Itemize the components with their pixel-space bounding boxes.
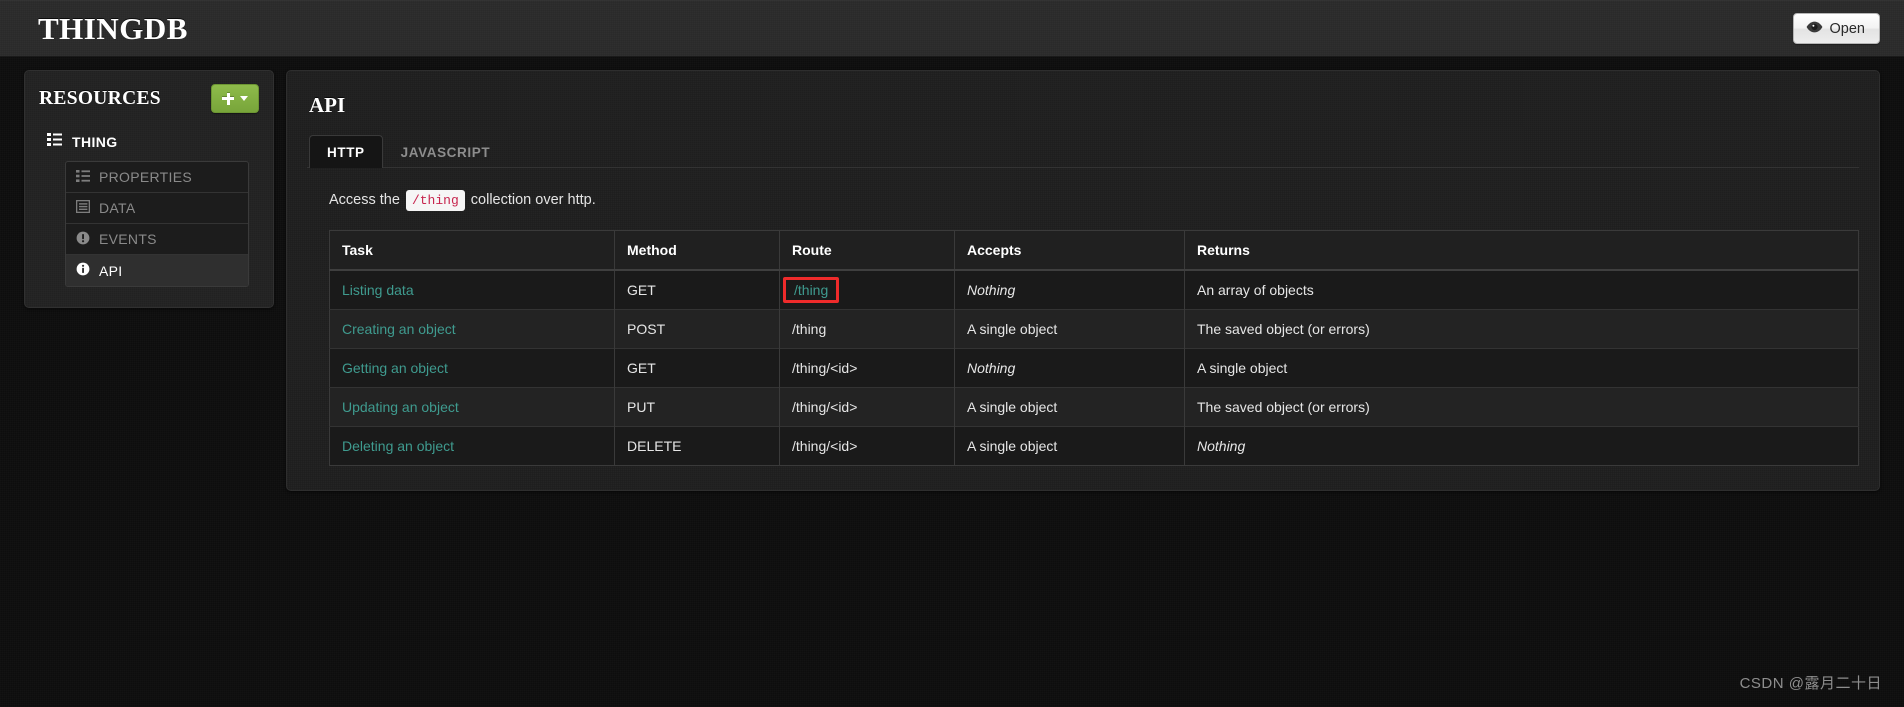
tab-bar: HTTP JAVASCRIPT: [307, 134, 1859, 168]
cell-returns: The saved object (or errors): [1184, 387, 1859, 427]
cell-method: GET: [614, 269, 780, 310]
cell-method: PUT: [614, 387, 780, 427]
sidebar-item-thing[interactable]: THING: [25, 127, 273, 159]
sidebar-sub-list: PROPERTIES DATA EVENTS API: [65, 161, 249, 287]
sidebar-item-api[interactable]: API: [66, 255, 248, 286]
cell-returns: An array of objects: [1184, 269, 1859, 310]
cell-route: /thing/<id>: [779, 426, 955, 466]
page-title: API: [309, 93, 346, 117]
header-accepts: Accepts: [954, 230, 1185, 271]
watermark: CSDN @露月二十日: [1739, 675, 1882, 692]
cell-method: DELETE: [614, 426, 780, 466]
sidebar-item-events[interactable]: EVENTS: [66, 224, 248, 255]
cell-route: /thing/<id>: [779, 387, 955, 427]
list-icon: [47, 133, 62, 151]
intro-after: collection over http.: [470, 192, 596, 208]
cell-task: Getting an object: [329, 348, 615, 388]
cell-accepts: A single object: [954, 387, 1185, 427]
table-row: Listing data GET /thing Nothing An array…: [329, 269, 1859, 310]
main-panel: API HTTP JAVASCRIPT Access the /thing co…: [286, 70, 1880, 491]
route-highlight-annotation: /thing: [783, 277, 840, 303]
tab-http[interactable]: HTTP: [309, 135, 383, 168]
chevron-down-icon: [240, 96, 248, 101]
task-link[interactable]: Creating an object: [342, 321, 456, 337]
alert-icon: [76, 231, 90, 248]
sidebar-item-events-label: EVENTS: [99, 231, 157, 247]
table-row: Creating an object POST /thing A single …: [329, 309, 1859, 349]
cell-method: GET: [614, 348, 780, 388]
cell-accepts: Nothing: [954, 269, 1185, 310]
cell-returns: A single object: [1184, 348, 1859, 388]
table-row: Updating an object PUT /thing/<id> A sin…: [329, 387, 1859, 427]
info-icon: [76, 262, 90, 279]
cell-task: Updating an object: [329, 387, 615, 427]
resources-sidebar: RESOURCES THING PROPERTIES DATA EVENTS A…: [24, 70, 274, 308]
header-method: Method: [614, 230, 780, 271]
top-bar: THINGDB Open: [0, 0, 1904, 57]
header-returns: Returns: [1184, 230, 1859, 271]
sidebar-item-data[interactable]: DATA: [66, 193, 248, 224]
task-link[interactable]: Updating an object: [342, 399, 459, 415]
sidebar-header: RESOURCES: [25, 71, 273, 127]
plus-icon: [222, 92, 234, 105]
sidebar-item-properties[interactable]: PROPERTIES: [66, 162, 248, 193]
app-logo: THINGDB: [38, 11, 188, 46]
task-link[interactable]: Getting an object: [342, 360, 448, 376]
eye-icon: [1806, 21, 1823, 37]
cell-accepts: A single object: [954, 426, 1185, 466]
cell-returns: Nothing: [1184, 426, 1859, 466]
cell-task: Creating an object: [329, 309, 615, 349]
table-row: Deleting an object DELETE /thing/<id> A …: [329, 426, 1859, 466]
header-task: Task: [329, 230, 615, 271]
sidebar-item-data-label: DATA: [99, 200, 136, 216]
cell-route: /thing: [779, 309, 955, 349]
list-icon: [76, 169, 90, 185]
route-link[interactable]: /thing: [794, 282, 828, 298]
intro-text: Access the /thing collection over http.: [329, 190, 1859, 211]
tab-javascript[interactable]: JAVASCRIPT: [383, 135, 509, 168]
cell-task: Deleting an object: [329, 426, 615, 466]
cell-returns: The saved object (or errors): [1184, 309, 1859, 349]
sidebar-title: RESOURCES: [39, 88, 161, 109]
table-row: Getting an object GET /thing/<id> Nothin…: [329, 348, 1859, 388]
sidebar-item-thing-label: THING: [72, 134, 118, 150]
cell-accepts: Nothing: [954, 348, 1185, 388]
table-header-row: Task Method Route Accepts Returns: [329, 230, 1859, 271]
open-button-label: Open: [1829, 20, 1865, 37]
cell-accepts: A single object: [954, 309, 1185, 349]
cell-route: /thing: [779, 269, 955, 310]
cell-route: /thing/<id>: [779, 348, 955, 388]
open-button[interactable]: Open: [1792, 13, 1880, 44]
sidebar-item-properties-label: PROPERTIES: [99, 169, 192, 185]
task-link[interactable]: Listing data: [342, 282, 414, 298]
task-link[interactable]: Deleting an object: [342, 438, 454, 454]
table-head: Task Method Route Accepts Returns: [329, 230, 1859, 271]
cell-task: Listing data: [329, 269, 615, 310]
header-route: Route: [779, 230, 955, 271]
table-body: Listing data GET /thing Nothing An array…: [329, 269, 1859, 466]
sidebar-item-api-label: API: [99, 262, 123, 279]
add-resource-button[interactable]: [211, 84, 259, 113]
table-icon: [75, 199, 91, 216]
cell-method: POST: [614, 309, 780, 349]
api-routes-table: Task Method Route Accepts Returns Listin…: [329, 230, 1859, 466]
inline-code-thing: /thing: [405, 190, 465, 211]
intro-before: Access the: [329, 192, 400, 208]
